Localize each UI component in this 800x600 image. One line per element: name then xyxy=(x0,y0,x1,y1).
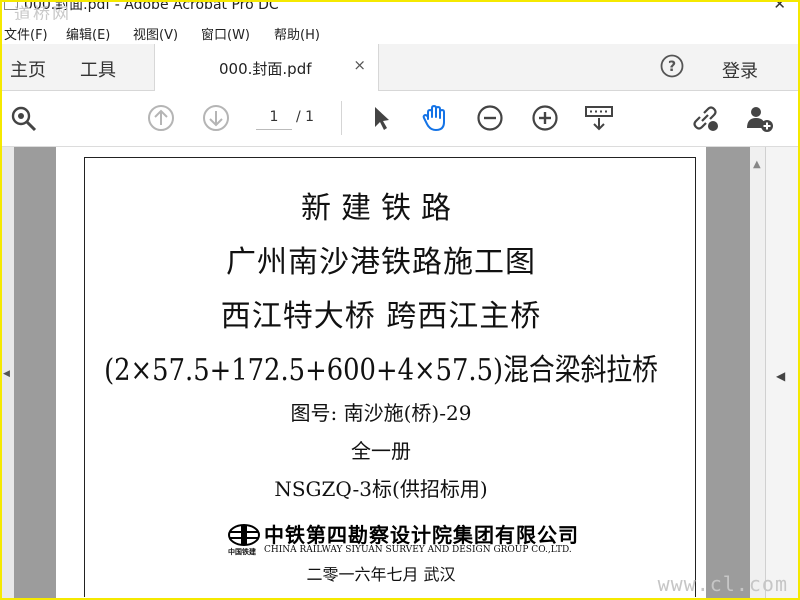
tab-tools[interactable]: 工具 xyxy=(80,56,116,82)
doc-line-project: 广州南沙港铁路施工图 xyxy=(226,245,536,280)
menu-bar: 文件(F) 编辑(E) 视图(V) 窗口(W) 帮助(H) xyxy=(0,20,800,44)
share-link-icon[interactable] xyxy=(690,103,720,133)
company-block: 中国铁建 中铁第四勘察设计院集团有限公司 CHINA RAILWAY SIYUA… xyxy=(228,521,588,561)
company-name-en: CHINA RAILWAY SIYUAN SURVEY AND DESIGN G… xyxy=(264,545,572,555)
doc-line-bridge: 西江特大桥 跨西江主桥 xyxy=(220,299,542,334)
help-icon[interactable]: ? xyxy=(660,54,684,78)
tab-document[interactable]: 000.封面.pdf × xyxy=(154,44,379,91)
document-tab-label: 000.封面.pdf xyxy=(219,60,312,78)
zoom-in-icon[interactable] xyxy=(530,103,560,133)
window-close-icon[interactable]: ✕ xyxy=(773,0,786,13)
doc-drawing-number: 图号: 南沙施(桥)-29 xyxy=(290,401,472,425)
doc-date-location: 二零一六年七月 武汉 xyxy=(306,565,456,584)
expand-left-icon[interactable]: ◀ xyxy=(3,369,10,379)
page-down-icon[interactable] xyxy=(201,103,231,133)
vertical-scrollbar[interactable]: ▲ xyxy=(750,147,766,600)
watermark-bottom: www.cl.com xyxy=(657,572,788,596)
menu-help[interactable]: 帮助(H) xyxy=(274,24,320,43)
close-tab-icon[interactable]: × xyxy=(353,56,366,74)
watermark-top: 道桥网 xyxy=(14,5,71,20)
page-total: / 1 xyxy=(296,109,315,125)
page-number-input[interactable]: 1 xyxy=(256,105,292,130)
menu-file[interactable]: 文件(F) xyxy=(4,24,48,43)
doc-line-new-railway: 新建铁路 xyxy=(301,191,461,226)
pdf-page[interactable]: 新建铁路 广州南沙港铁路施工图 西江特大桥 跨西江主桥 (2×57.5+172.… xyxy=(56,147,706,600)
menu-edit[interactable]: 编辑(E) xyxy=(66,24,110,43)
menu-window[interactable]: 窗口(W) xyxy=(201,24,250,43)
logo-caption: 中国铁建 xyxy=(228,548,256,556)
doc-line-span: (2×57.5+172.5+600+4×57.5)混合梁斜拉桥 xyxy=(104,353,658,388)
zoom-out-icon[interactable] xyxy=(475,103,505,133)
company-logo-icon xyxy=(228,523,260,547)
company-name-cn: 中铁第四勘察设计院集团有限公司 xyxy=(264,523,579,547)
left-navigation-strip[interactable]: ◀ xyxy=(0,147,14,600)
expand-right-pane-icon[interactable]: ◀ xyxy=(776,369,785,383)
hand-tool-icon[interactable] xyxy=(420,103,450,133)
svg-text:?: ? xyxy=(668,59,676,75)
tab-bar: 主页 工具 000.封面.pdf × ? 登录 xyxy=(0,44,800,91)
zoom-search-icon[interactable] xyxy=(8,103,38,133)
doc-section: NSGZQ-3标(供招标用) xyxy=(274,477,488,501)
select-arrow-icon[interactable] xyxy=(366,103,396,133)
doc-volume: 全一册 xyxy=(351,439,411,463)
tab-home[interactable]: 主页 xyxy=(10,56,46,82)
menu-view[interactable]: 视图(V) xyxy=(133,24,178,43)
toolbar: 1 / 1 xyxy=(0,91,800,147)
title-bar: 000.封面.pdf - Adobe Acrobat Pro DC 道桥网 ✕ xyxy=(0,0,800,20)
page-up-icon[interactable] xyxy=(146,103,176,133)
scroll-up-icon[interactable]: ▲ xyxy=(753,159,761,170)
marquee-zoom-icon[interactable] xyxy=(584,103,614,133)
add-user-icon[interactable] xyxy=(744,103,774,133)
right-pane[interactable]: ◀ xyxy=(765,147,800,600)
toolbar-divider xyxy=(341,101,342,135)
document-workarea[interactable]: ◀ 新建铁路 广州南沙港铁路施工图 西江特大桥 跨西江主桥 (2×57.5+17… xyxy=(0,147,800,600)
login-button[interactable]: 登录 xyxy=(722,57,758,83)
